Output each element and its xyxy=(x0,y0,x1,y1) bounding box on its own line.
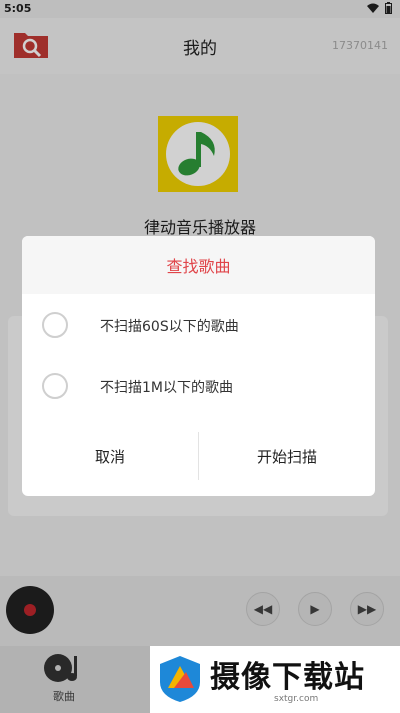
option-label: 不扫描60S以下的歌曲 xyxy=(100,319,239,335)
watermark: 摄像下载站 sxtgr.com xyxy=(150,646,400,713)
option-label: 不扫描1M以下的歌曲 xyxy=(100,380,233,396)
dialog-title: 查找歌曲 xyxy=(166,257,231,276)
find-songs-dialog: 查找歌曲 不扫描60S以下的歌曲 不扫描1M以下的歌曲 取消 开始扫描 xyxy=(22,236,375,496)
watermark-url: sxtgr.com xyxy=(274,694,319,704)
option-skip-1m[interactable]: 不扫描1M以下的歌曲 xyxy=(22,365,375,409)
start-scan-button[interactable]: 开始扫描 xyxy=(199,432,375,480)
watermark-title: 摄像下载站 xyxy=(210,660,365,695)
radio-button[interactable] xyxy=(42,373,68,399)
watermark-logo xyxy=(160,656,200,702)
radio-button[interactable] xyxy=(42,312,68,338)
option-skip-60s[interactable]: 不扫描60S以下的歌曲 xyxy=(22,304,375,348)
dialog-actions: 取消 开始扫描 xyxy=(22,432,375,480)
dialog-header: 查找歌曲 xyxy=(22,236,375,294)
cancel-button[interactable]: 取消 xyxy=(22,432,198,480)
